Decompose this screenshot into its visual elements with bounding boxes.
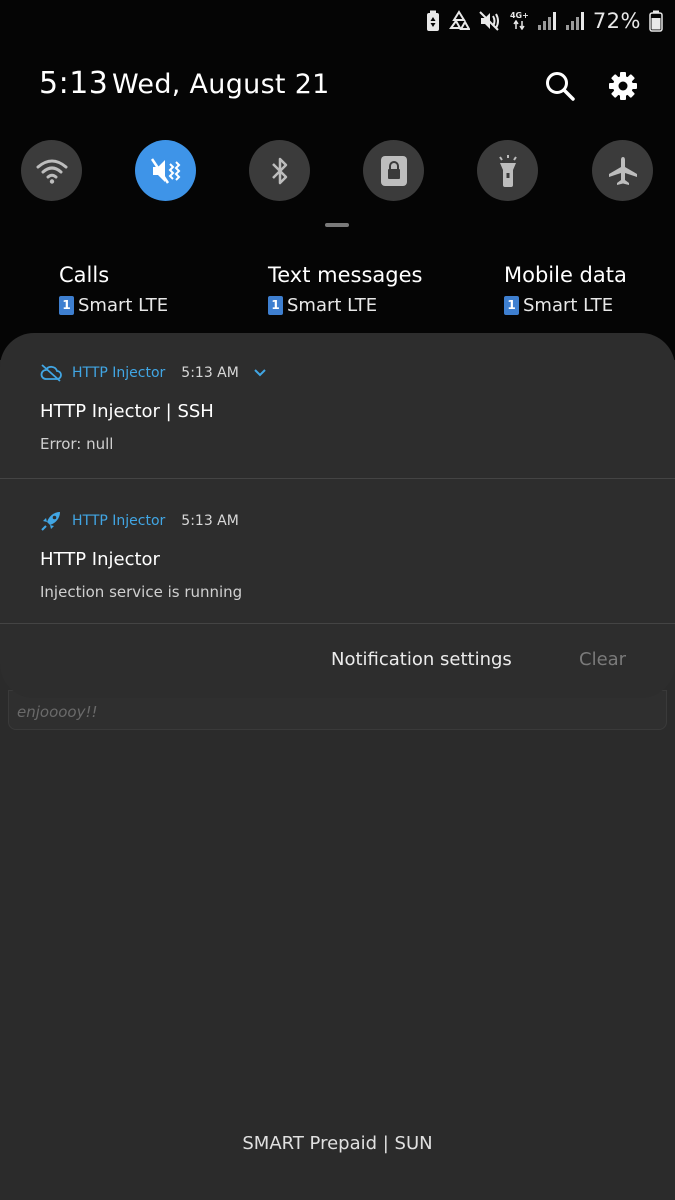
settings-button[interactable] [603, 66, 643, 106]
wifi-toggle[interactable] [21, 140, 82, 201]
rocket-icon [41, 512, 60, 531]
notification-title: HTTP Injector [40, 549, 160, 570]
clock: 5:13 [39, 66, 109, 101]
signal-icon [565, 11, 585, 31]
sim-text-messages[interactable]: Text messages 1 Smart LTE [268, 263, 422, 316]
sim-mobile-data-value: Smart LTE [523, 295, 614, 316]
notification-text: Error: null [40, 435, 114, 453]
sim-text-messages-label: Text messages [268, 263, 423, 287]
bluetooth-toggle[interactable] [249, 140, 310, 201]
drag-handle[interactable] [325, 223, 349, 227]
notification-app-name: HTTP Injector [72, 513, 166, 529]
carrier-label: SMART Prepaid | SUN [242, 1133, 433, 1154]
airplane-icon [608, 156, 637, 185]
date[interactable]: Wed, August 21 [112, 69, 330, 100]
battery-percentage: 72% [592, 9, 641, 33]
recycle-icon [448, 10, 470, 32]
sim-calls-value: Smart LTE [78, 295, 169, 316]
lock-icon [380, 155, 407, 186]
sound-toggle[interactable] [135, 140, 196, 201]
notification-divider [0, 623, 675, 624]
sim-calls[interactable]: Calls 1 Smart LTE [59, 263, 168, 316]
notification-time: 5:13 AM [181, 365, 239, 381]
bluetooth-icon [271, 157, 287, 184]
expand-button[interactable] [253, 368, 267, 378]
chevron-down-icon [254, 369, 266, 377]
sim-badge: 1 [268, 296, 283, 315]
background-card-text: enjooooy!! [17, 703, 98, 721]
network-type-indicator: 4G+ [510, 12, 529, 30]
wifi-icon [36, 159, 67, 184]
notification-app-name: HTTP Injector [72, 365, 166, 381]
vibrate-mute-icon [478, 10, 502, 32]
flashlight-icon [498, 154, 517, 187]
search-button[interactable] [540, 66, 580, 106]
cloud-off-icon [40, 364, 62, 382]
notification-panel: HTTP Injector 5:13 AM HTTP Injector | SS… [0, 333, 675, 698]
battery-saver-icon [426, 10, 440, 32]
notification-item[interactable]: HTTP Injector 5:13 AM HTTP Injector | SS… [0, 361, 675, 479]
sim-mobile-data-label: Mobile data [504, 263, 627, 287]
sim-text-messages-value: Smart LTE [287, 295, 378, 316]
flashlight-toggle[interactable] [477, 140, 538, 201]
notification-settings-button[interactable]: Notification settings [331, 649, 512, 670]
clear-button[interactable]: Clear [579, 649, 626, 670]
network-type-label: 4G+ [509, 11, 529, 20]
notification-text: Injection service is running [40, 583, 243, 601]
airplane-mode-toggle[interactable] [592, 140, 653, 201]
rotation-lock-toggle[interactable] [363, 140, 424, 201]
notification-time: 5:13 AM [181, 513, 239, 529]
sim-badge: 1 [504, 296, 519, 315]
sim-mobile-data[interactable]: Mobile data 1 Smart LTE [504, 263, 627, 316]
gear-icon [609, 72, 637, 100]
notification-divider [0, 478, 675, 479]
notification-title: HTTP Injector | SSH [40, 401, 214, 422]
vibrate-mute-icon [150, 157, 180, 184]
battery-icon [649, 10, 663, 32]
sim-badge: 1 [59, 296, 74, 315]
signal-icon [537, 11, 557, 31]
search-icon [546, 72, 575, 101]
status-bar: 4G+ 72% [426, 6, 663, 36]
sim-calls-label: Calls [59, 263, 110, 287]
notification-item[interactable]: HTTP Injector 5:13 AM HTTP Injector Inje… [0, 509, 675, 623]
